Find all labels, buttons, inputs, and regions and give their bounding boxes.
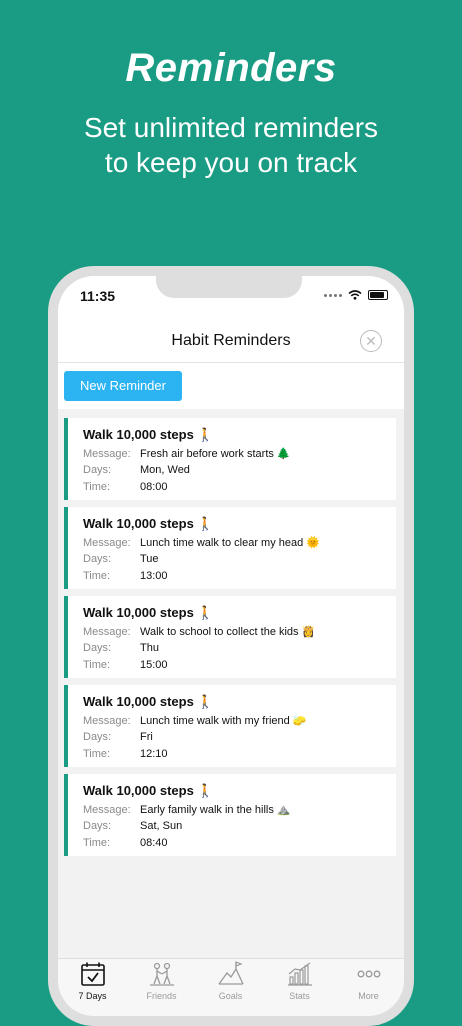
reminder-days-row: Days: Tue (83, 553, 159, 565)
reminder-time: 12:10 (140, 748, 168, 760)
tab-goals[interactable]: Goals (196, 961, 265, 1001)
reminder-days: Thu (140, 642, 159, 654)
time-label: Time: (83, 748, 111, 760)
reminder-days: Fri (140, 731, 153, 743)
reminder-days-row: Days: Thu (83, 642, 159, 654)
reminder-message: Fresh air before work starts 🌲 (140, 448, 291, 460)
reminder-card[interactable]: Walk 10,000 steps 🚶 Message: Walk to scho… (64, 596, 396, 678)
days-label: Days: (83, 642, 112, 654)
reminder-days: Mon, Wed (140, 464, 190, 476)
friends-icon (149, 962, 174, 986)
promo-title: Reminders (125, 46, 337, 90)
tab-bar: 7 Days Friends Goals Stats More (58, 958, 404, 1016)
wifi-icon (348, 290, 362, 300)
status-icons (324, 290, 388, 300)
message-label: Message: (83, 715, 131, 727)
time-label: Time: (83, 659, 111, 671)
reminder-list: Walk 10,000 steps 🚶 Message: Fresh air be… (64, 418, 396, 863)
reminder-time: 15:00 (140, 659, 168, 671)
reminder-time-row: Time: 08:40 (83, 837, 168, 849)
close-icon: ✕ (365, 333, 377, 349)
new-reminder-button[interactable]: New Reminder (64, 371, 182, 401)
message-label: Message: (83, 626, 131, 638)
tab-friends[interactable]: Friends (127, 961, 196, 1001)
reminder-card[interactable]: Walk 10,000 steps 🚶 Message: Lunch time w… (64, 685, 396, 767)
reminder-days-row: Days: Mon, Wed (83, 464, 190, 476)
message-label: Message: (83, 448, 131, 460)
phone-screen: 11:35 Habit Reminders ✕ New Reminder Wal… (58, 276, 404, 1016)
time-label: Time: (83, 570, 111, 582)
reminder-message-row: Message: Walk to school to collect the ki… (83, 625, 315, 638)
reminder-message: Lunch time walk with my friend 🧽 (140, 715, 307, 727)
promo-subtitle-line-1: Set unlimited reminders (83, 112, 379, 143)
reminder-card[interactable]: Walk 10,000 steps 🚶 Message: Early family… (64, 774, 396, 856)
reminder-time: 13:00 (140, 570, 168, 582)
days-label: Days: (83, 553, 112, 565)
reminder-message: Early family walk in the hills ⛰️ (140, 804, 291, 816)
reminder-time-row: Time: 12:10 (83, 748, 168, 760)
phone-frame: 11:35 Habit Reminders ✕ New Reminder Wal… (48, 266, 414, 1026)
days-label: Days: (83, 820, 112, 832)
reminder-days: Tue (140, 553, 159, 565)
reminder-title: Walk 10,000 steps 🚶 (83, 516, 214, 531)
days-label: Days: (83, 464, 112, 476)
status-bar: 11:35 (58, 276, 404, 320)
bar-chart-icon (287, 962, 312, 986)
nav-bar: Habit Reminders ✕ (58, 320, 404, 363)
mountain-flag-icon (217, 961, 244, 985)
status-time: 11:35 (80, 288, 116, 304)
reminder-message: Walk to school to collect the kids 👸 (140, 626, 316, 638)
reminder-title: Walk 10,000 steps 🚶 (83, 783, 214, 798)
signal-icon (324, 293, 342, 297)
reminder-time-row: Time: 13:00 (83, 570, 168, 582)
reminder-time: 08:00 (140, 481, 168, 493)
reminder-title: Walk 10,000 steps 🚶 (83, 605, 214, 620)
message-label: Message: (83, 537, 131, 549)
reminder-message-row: Message: Lunch time walk with my friend 🧽 (83, 714, 307, 727)
calendar-check-icon (80, 962, 105, 986)
time-label: Time: (83, 481, 111, 493)
phone-notch (156, 276, 302, 298)
more-dots-icon (357, 970, 380, 978)
days-label: Days: (83, 731, 112, 743)
promo-subtitle-line-2: to keep you on track (104, 147, 358, 178)
reminder-card[interactable]: Walk 10,000 steps 🚶 Message: Lunch time w… (64, 507, 396, 589)
reminder-title: Walk 10,000 steps 🚶 (83, 694, 214, 709)
page-title: Habit Reminders (171, 332, 291, 349)
time-label: Time: (83, 837, 111, 849)
promo-subtitle: Set unlimited reminders to keep you on t… (0, 110, 462, 180)
tab-7-days[interactable]: 7 Days (58, 961, 127, 1001)
reminder-days-row: Days: Sat, Sun (83, 820, 182, 832)
reminder-days-row: Days: Fri (83, 731, 153, 743)
reminder-time-row: Time: 08:00 (83, 481, 168, 493)
reminder-card[interactable]: Walk 10,000 steps 🚶 Message: Fresh air be… (64, 418, 396, 500)
tab-more[interactable]: More (334, 961, 403, 1001)
reminder-time-row: Time: 15:00 (83, 659, 168, 671)
message-label: Message: (83, 804, 131, 816)
reminder-message-row: Message: Lunch time walk to clear my head… (83, 536, 320, 549)
reminder-time: 08:40 (140, 837, 168, 849)
close-button[interactable]: ✕ (360, 330, 382, 352)
reminder-message: Lunch time walk to clear my head 🌞 (140, 537, 320, 549)
reminder-message-row: Message: Early family walk in the hills ⛰… (83, 803, 291, 816)
reminder-days: Sat, Sun (140, 820, 183, 832)
toolbar: New Reminder (58, 363, 404, 409)
tab-stats[interactable]: Stats (265, 961, 334, 1001)
reminder-message-row: Message: Fresh air before work starts 🌲 (83, 447, 291, 460)
battery-icon (368, 290, 388, 300)
reminder-title: Walk 10,000 steps 🚶 (83, 427, 214, 442)
